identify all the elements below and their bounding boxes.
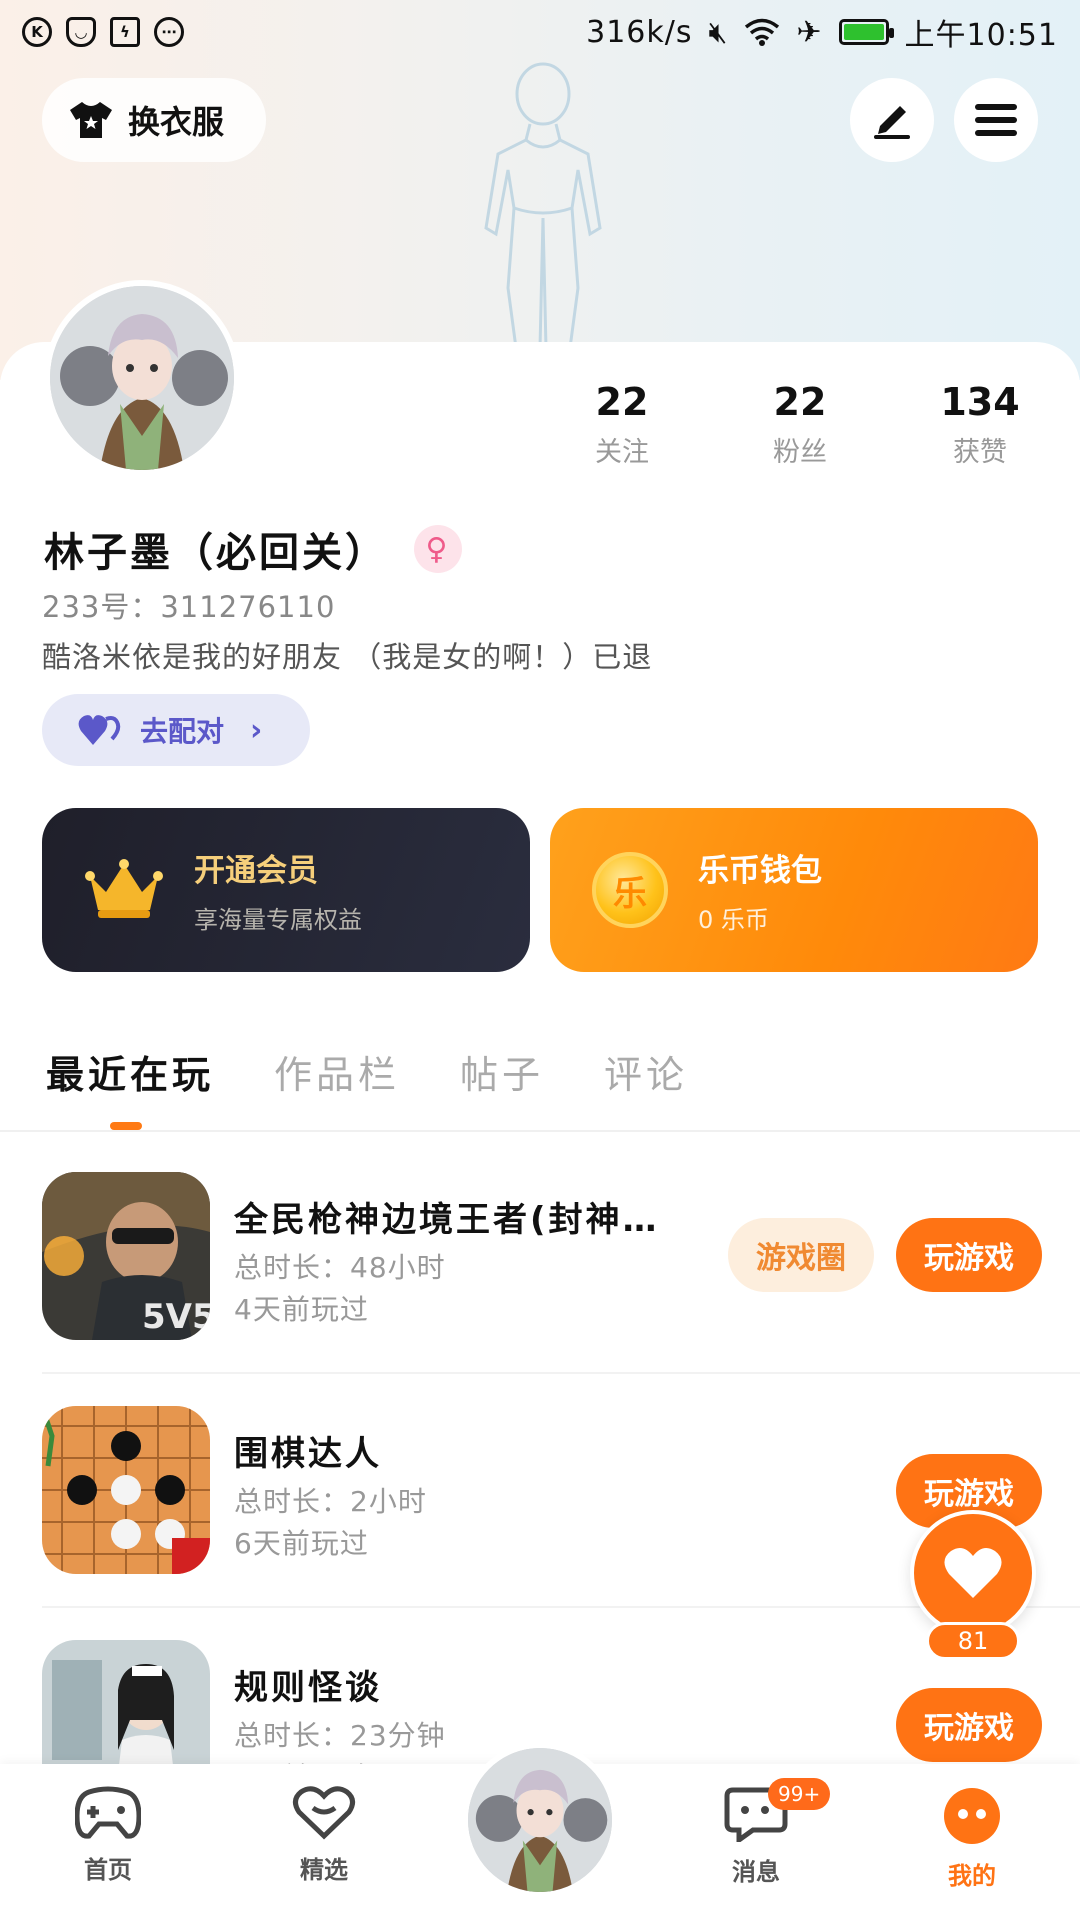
wallet-title: 乐币钱包	[698, 853, 822, 889]
wallet-balance: 0 乐币	[698, 906, 769, 934]
tab-recently-played[interactable]: 最近在玩	[46, 1044, 214, 1099]
game-title: 围棋达人	[234, 1434, 382, 1474]
heart-outline-icon	[293, 1786, 355, 1840]
bottom-navigation: 首页 精选 消息 99+ 我的	[0, 1742, 1080, 1920]
hamburger-menu-icon	[975, 104, 1017, 136]
double-heart-icon	[78, 715, 121, 745]
shield-icon: ◡	[66, 17, 96, 47]
likes-label: 获赞	[953, 437, 1007, 468]
coin-wallet-card[interactable]: 乐 乐币钱包 0 乐币	[550, 808, 1038, 972]
nav-home-label: 首页	[84, 1856, 132, 1884]
tab-comments[interactable]: 评论	[604, 1044, 688, 1099]
messages-badge: 99+	[768, 1778, 831, 1810]
game-duration: 总时长：23分钟	[234, 1719, 446, 1752]
game-last-played: 6天前玩过	[234, 1527, 369, 1560]
coin-icon: 乐	[592, 852, 668, 928]
female-gender-icon: ♀	[414, 525, 462, 573]
nav-me[interactable]: 我的	[902, 1786, 1042, 1891]
menu-button[interactable]	[954, 78, 1038, 162]
chevron-right-icon: ›	[250, 712, 263, 748]
svg-text:5V5: 5V5	[142, 1297, 210, 1337]
nav-messages-label: 消息	[732, 1858, 780, 1886]
wifi-icon	[745, 18, 780, 46]
smiley-icon	[944, 1788, 1000, 1844]
game-icon	[42, 1406, 210, 1574]
user-id: 233号：311276110	[42, 590, 336, 624]
vip-title: 开通会员	[194, 853, 318, 889]
airplane-icon: ✈	[796, 14, 823, 50]
game-icon: 5V5	[42, 1172, 210, 1340]
nav-featured-label: 精选	[300, 1856, 348, 1884]
tab-divider	[0, 1130, 1080, 1132]
change-outfit-label: 换衣服	[128, 103, 225, 141]
floating-like-button[interactable]	[910, 1510, 1036, 1636]
followers-label: 粉丝	[773, 437, 827, 468]
nav-me-label: 我的	[948, 1862, 996, 1890]
following-count: 22	[595, 380, 649, 424]
change-outfit-button[interactable]: 换衣服	[42, 78, 266, 162]
vip-subtitle: 享海量专属权益	[194, 906, 362, 934]
play-game-button[interactable]: 玩游戏	[896, 1218, 1042, 1292]
active-tab-indicator	[110, 1122, 142, 1130]
battery-icon	[838, 19, 894, 45]
following-label: 关注	[595, 437, 649, 468]
profile-avatar[interactable]	[44, 280, 240, 476]
status-bar: K ◡ ϟ ⋯ 316k/s 🔇︎ ✈ 上午10:51	[0, 0, 1080, 64]
pen-icon	[874, 106, 910, 139]
game-title: 规则怪谈	[234, 1668, 382, 1708]
stat-following[interactable]: 22 关注	[552, 380, 692, 469]
game-circle-button[interactable]: 游戏圈	[728, 1218, 874, 1292]
go-match-button[interactable]: 去配对 ›	[42, 694, 310, 766]
like-count-badge: 81	[926, 1622, 1020, 1660]
game-last-played: 4天前玩过	[234, 1293, 369, 1326]
nav-home[interactable]: 首页	[38, 1786, 178, 1885]
heart-icon	[944, 1547, 1002, 1598]
go-match-label: 去配对	[140, 715, 225, 748]
gamepad-icon	[74, 1786, 142, 1839]
followers-count: 22	[773, 380, 827, 424]
k-app-icon: K	[22, 17, 52, 47]
stat-followers[interactable]: 22 粉丝	[730, 380, 870, 469]
avatar-hologram-figure	[484, 62, 602, 348]
game-duration: 总时长：48小时	[234, 1251, 446, 1284]
vip-membership-card[interactable]: 开通会员 享海量专属权益	[42, 808, 530, 972]
tab-posts[interactable]: 帖子	[460, 1044, 544, 1099]
game-item[interactable]: 5V5 全民枪神边境王者(封神… 总时长：48小时 4天前玩过 游戏圈 玩游戏	[42, 1172, 1042, 1352]
play-game-button[interactable]: 玩游戏	[896, 1688, 1042, 1762]
tab-works[interactable]: 作品栏	[274, 1044, 400, 1099]
stat-likes[interactable]: 134 获赞	[910, 380, 1050, 469]
crown-icon	[85, 859, 163, 918]
mute-icon: 🔇︎	[708, 14, 729, 50]
avatar-illustration	[50, 286, 234, 470]
nav-featured[interactable]: 精选	[254, 1786, 394, 1885]
game-item[interactable]: 围棋达人 总时长：2小时 6天前玩过 玩游戏	[42, 1406, 1042, 1586]
profile-name-row: 林子墨（必回关） ♀	[44, 520, 462, 578]
battery-saver-icon: ϟ	[110, 17, 140, 47]
more-notifications-icon: ⋯	[154, 17, 184, 47]
clock: 上午10:51	[904, 18, 1058, 53]
game-title: 全民枪神边境王者(封神…	[234, 1200, 660, 1240]
game-duration: 总时长：2小时	[234, 1485, 427, 1518]
profile-bio: 酷洛米依是我的好朋友 （我是女的啊！）已退	[42, 640, 653, 674]
likes-count: 134	[940, 380, 1020, 424]
avatar-illustration	[468, 1748, 612, 1892]
profile-tabs: 最近在玩 作品栏 帖子 评论	[46, 1044, 688, 1099]
list-divider	[42, 1372, 1080, 1374]
profile-name: 林子墨（必回关）	[44, 530, 388, 576]
tshirt-icon	[70, 102, 112, 138]
nav-avatar-button[interactable]	[462, 1742, 618, 1898]
network-speed: 316k/s	[586, 14, 693, 50]
edit-profile-button[interactable]	[850, 78, 934, 162]
